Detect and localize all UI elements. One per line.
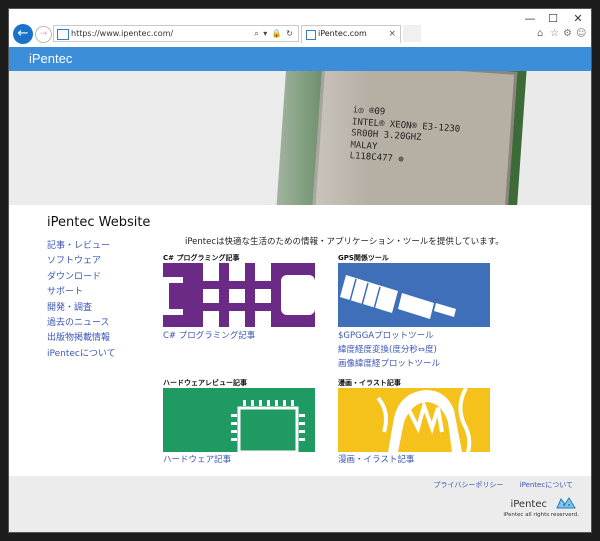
tab-title: iPentec.com	[318, 29, 367, 38]
tab-close-icon[interactable]: ×	[388, 27, 396, 41]
footer-logo: iPentec	[510, 499, 547, 510]
back-arrow-icon[interactable]: ←	[13, 24, 33, 44]
title-bar: — ☐ ✕ ← → https://www.ipentec.com/ ⌕ ▾ 🔒…	[9, 9, 591, 47]
illustration-icon	[376, 388, 472, 452]
favorites-star-icon[interactable]: ☆	[550, 28, 559, 39]
hardware-tile[interactable]	[163, 388, 315, 452]
minimize-button[interactable]: —	[519, 11, 541, 27]
chip-icon	[231, 400, 305, 452]
footer-link-privacy[interactable]: プライバシーポリシー	[434, 481, 504, 489]
sidebar-item-past-news[interactable]: 過去のニュース	[47, 316, 116, 331]
site-logo[interactable]: iPentec	[29, 51, 72, 66]
feedback-smiley-icon[interactable]: ☺	[576, 28, 586, 39]
sidebar-nav: 記事・レビュー ソフトウェア ダウンロード サポート 開発・調査 過去のニュース…	[47, 239, 116, 362]
card-title-manga: 漫画・イラスト記事	[338, 379, 401, 387]
sidebar-item-development[interactable]: 開発・調査	[47, 301, 116, 316]
browser-window: — ☐ ✕ ← → https://www.ipentec.com/ ⌕ ▾ 🔒…	[8, 8, 592, 533]
sidebar-item-about[interactable]: iPentecについて	[47, 347, 116, 362]
footer-link-about[interactable]: iPentecについて	[520, 481, 573, 489]
link-manga-articles[interactable]: 漫画・イラスト記事	[338, 453, 414, 467]
card-title-hardware: ハードウェアレビュー記事	[163, 379, 247, 387]
sidebar-item-download[interactable]: ダウンロード	[47, 270, 116, 285]
new-tab-button[interactable]	[403, 25, 421, 42]
link-image-latlon-plot[interactable]: 画像緯度経プロットツール	[338, 357, 440, 371]
csharp-icon	[163, 263, 315, 327]
tab-favicon-icon	[306, 30, 316, 40]
link-hardware-articles[interactable]: ハードウェア記事	[163, 453, 231, 467]
footer-links: プライバシーポリシー iPentecについて	[420, 480, 573, 490]
tagline: iPentecは快適な生活のための情報・アプリケーション・ツールを提供しています…	[185, 237, 504, 247]
link-csharp-articles[interactable]: C# プログラミング記事	[163, 329, 255, 343]
page-title: iPentec Website	[47, 215, 151, 230]
satellite-icon	[340, 275, 456, 319]
link-latlon-convert[interactable]: 緯度経度変換(度分秒⇔度)	[338, 343, 437, 357]
settings-gear-icon[interactable]: ⚙	[563, 28, 572, 39]
address-controls[interactable]: ⌕ ▾ 🔒 ↻	[254, 27, 294, 41]
gps-tile[interactable]	[338, 263, 490, 327]
mascot-icon	[556, 497, 576, 509]
close-button[interactable]: ✕	[567, 11, 589, 27]
maximize-button[interactable]: ☐	[542, 11, 564, 27]
csharp-tile[interactable]	[163, 263, 315, 327]
site-favicon-icon	[57, 29, 69, 40]
sidebar-item-articles[interactable]: 記事・レビュー	[47, 239, 116, 254]
site-header: iPentec	[9, 47, 591, 71]
forward-arrow-icon[interactable]: →	[35, 26, 52, 43]
hero-fade	[9, 71, 369, 205]
tab-ipentec[interactable]: iPentec.com ×	[301, 25, 401, 43]
sidebar-item-support[interactable]: サポート	[47, 285, 116, 300]
site-footer: プライバシーポリシー iPentecについて iPentec iPentec a…	[9, 476, 591, 532]
card-title-csharp: C# プログラミング記事	[163, 254, 240, 262]
card-title-gps: GPS関係ツール	[338, 254, 389, 262]
sidebar-item-publications[interactable]: 出版物掲載情報	[47, 331, 116, 346]
address-url: https://www.ipentec.com/	[71, 29, 174, 38]
hero-banner: i◎ ®09 INTEL® XEON® E3-1230 SR00H 3.20GH…	[9, 71, 591, 205]
sidebar-item-software[interactable]: ソフトウェア	[47, 254, 116, 269]
home-icon[interactable]: ⌂	[537, 28, 543, 39]
link-gpgga-plot[interactable]: $GPGGAプロットツール	[338, 329, 434, 343]
manga-tile[interactable]	[338, 388, 490, 452]
footer-copyright: iPentec all rights reserverd.	[503, 512, 579, 518]
address-bar[interactable]: https://www.ipentec.com/ ⌕ ▾ 🔒 ↻	[53, 25, 299, 42]
